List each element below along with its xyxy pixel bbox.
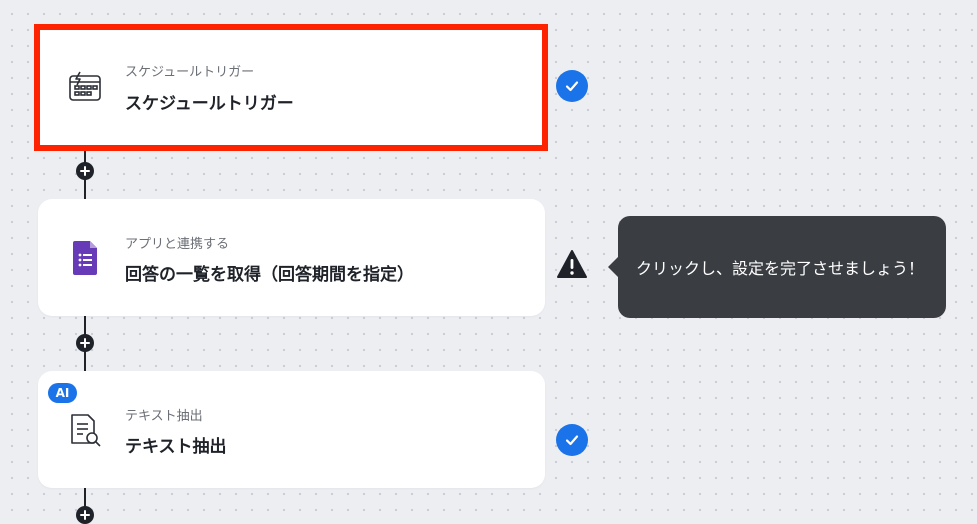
add-step-button[interactable] xyxy=(76,334,94,352)
plus-icon xyxy=(80,510,90,520)
flow-step-app-integration[interactable]: アプリと連携する 回答の一覧を取得（回答期間を指定） xyxy=(38,199,545,316)
schedule-trigger-icon xyxy=(66,68,104,106)
ai-badge: AI xyxy=(48,383,77,403)
step-status-warning xyxy=(556,248,588,280)
check-icon xyxy=(556,70,588,102)
step-title: スケジュールトリガー xyxy=(125,94,294,114)
step-type-label: アプリと連携する xyxy=(125,237,230,252)
step-type-label: スケジュールトリガー xyxy=(125,65,255,80)
step-status-complete xyxy=(556,70,588,102)
document-search-icon xyxy=(66,411,104,449)
setup-hint-tooltip: クリックし、設定を完了させましょう！ xyxy=(608,216,946,318)
flow-step-text-extraction[interactable]: テキスト抽出 テキスト抽出 xyxy=(38,371,545,488)
step-status-complete xyxy=(556,424,588,456)
step-title: 回答の一覧を取得（回答期間を指定） xyxy=(125,265,414,285)
step-title: テキスト抽出 xyxy=(125,437,227,457)
check-icon xyxy=(556,424,588,456)
google-forms-icon xyxy=(66,239,104,277)
step-type-label: テキスト抽出 xyxy=(125,409,203,424)
plus-icon xyxy=(80,338,90,348)
add-step-button[interactable] xyxy=(76,162,94,180)
selection-highlight xyxy=(34,24,548,151)
add-step-button[interactable] xyxy=(76,506,94,524)
plus-icon xyxy=(80,166,90,176)
flow-step-schedule-trigger[interactable]: スケジュールトリガー スケジュールトリガー xyxy=(34,24,548,151)
warning-icon xyxy=(557,250,587,278)
tooltip-text: クリックし、設定を完了させましょう！ xyxy=(636,259,925,278)
